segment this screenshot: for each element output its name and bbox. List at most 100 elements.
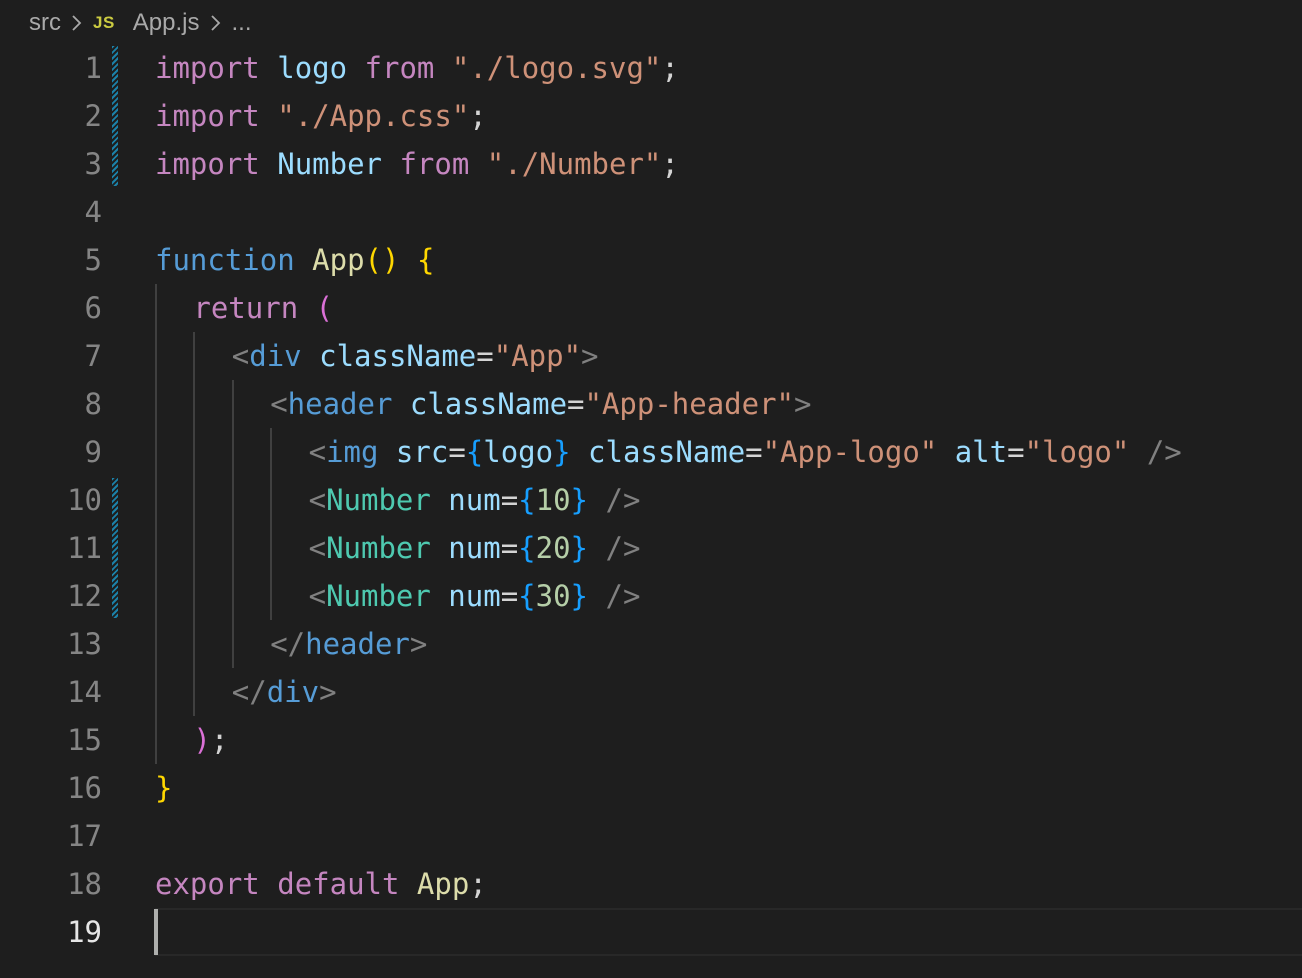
code-token: Number	[326, 531, 431, 565]
code-token: />	[605, 531, 641, 565]
code-token: </	[231, 675, 267, 709]
code-token: alt	[954, 435, 1008, 469]
code-line[interactable]: </div>	[232, 668, 337, 716]
code-token: num	[448, 483, 501, 517]
line-number: 13	[67, 627, 102, 661]
chevron-right-icon	[71, 14, 83, 32]
code-line[interactable]: import logo from "./logo.svg";	[155, 44, 679, 92]
code-line[interactable]: <header className="App-header">	[270, 380, 811, 428]
code-token: <	[270, 387, 288, 421]
code-token: />	[605, 483, 641, 517]
code-token: }	[155, 771, 173, 805]
code-token: =	[567, 387, 585, 421]
code-token: >	[581, 339, 599, 373]
code-token: >	[409, 627, 428, 661]
code-token: ;	[469, 99, 487, 133]
code-line[interactable]: <img src={logo} className="App-logo" alt…	[309, 428, 1182, 476]
code-token: "./App.css"	[277, 99, 470, 133]
code-editor[interactable]: src JS App.js ... 1 2 3 4 5 6 7 8 9 10 11 12 13 14 15 1…	[0, 0, 1302, 978]
code-line[interactable]: }	[155, 764, 172, 812]
code-token: >	[794, 387, 812, 421]
line-number: 9	[84, 435, 102, 469]
code-line[interactable]: function App() {	[155, 236, 434, 284]
code-token: {	[416, 243, 435, 277]
code-token: {	[465, 435, 484, 469]
code-token: =	[500, 579, 519, 613]
code-token: ;	[661, 51, 679, 85]
code-token: =	[745, 435, 763, 469]
code-token: 20	[535, 531, 571, 565]
breadcrumb-file[interactable]: App.js	[133, 9, 200, 37]
code-token: header	[287, 387, 393, 421]
code-token: <	[308, 579, 327, 613]
line-number: 3	[84, 147, 102, 181]
code-token: =	[1007, 435, 1025, 469]
modified-lines-indicator[interactable]	[112, 478, 118, 618]
code-token: 30	[535, 579, 571, 613]
code-token: logo	[277, 51, 348, 85]
code-token: img	[326, 435, 379, 469]
code-token: >	[319, 675, 337, 709]
code-line[interactable]: import Number from "./Number";	[155, 140, 679, 188]
indent-guide	[155, 284, 157, 764]
breadcrumb-symbols[interactable]: ...	[232, 9, 252, 37]
code-line[interactable]: return (	[193, 284, 333, 332]
code-token: }	[570, 531, 589, 565]
code-token: className	[409, 387, 568, 421]
code-token: import	[155, 51, 260, 85]
code-token: Number	[277, 147, 382, 181]
line-number: 6	[84, 291, 102, 325]
code-line[interactable]: );	[193, 716, 228, 764]
code-token: "./Number"	[486, 147, 662, 181]
code-line[interactable]: <Number num={10} />	[309, 476, 641, 524]
code-token: ;	[210, 723, 229, 757]
code-line[interactable]: export default App;	[155, 860, 487, 908]
javascript-file-icon: JS	[93, 13, 115, 32]
code-token: <	[308, 483, 327, 517]
code-token: <	[308, 531, 327, 565]
code-line[interactable]: <div className="App">	[232, 332, 599, 380]
code-token: {	[518, 483, 536, 517]
code-line[interactable]: <Number num={30} />	[309, 572, 641, 620]
line-number: 12	[67, 579, 102, 613]
line-number: 8	[84, 387, 102, 421]
code-token: from	[364, 51, 435, 85]
code-token: "logo"	[1024, 435, 1130, 469]
code-token: =	[448, 435, 466, 469]
code-token: div	[249, 339, 302, 373]
code-token: logo	[483, 435, 554, 469]
code-line[interactable]: <Number num={20} />	[309, 524, 641, 572]
indent-guide	[270, 428, 273, 620]
line-number: 5	[84, 243, 102, 277]
modified-lines-indicator[interactable]	[112, 46, 118, 186]
code-token: App	[416, 867, 470, 901]
code-token: 10	[535, 483, 571, 517]
code-token: ;	[469, 867, 487, 901]
code-token: className	[319, 339, 477, 373]
code-line[interactable]: </header>	[270, 620, 427, 668]
breadcrumb-folder[interactable]: src	[29, 9, 61, 37]
line-number: 11	[67, 531, 102, 565]
code-token: )	[193, 723, 211, 757]
code-token: }	[570, 579, 589, 613]
code-token: =	[500, 531, 519, 565]
code-token: "App-logo"	[762, 435, 938, 469]
code-token: ;	[661, 147, 679, 181]
code-line[interactable]: import "./App.css";	[155, 92, 487, 140]
code-token: src	[395, 435, 449, 469]
code-token: (	[315, 291, 334, 325]
code-token: header	[305, 627, 410, 661]
code-token: </	[270, 627, 306, 661]
